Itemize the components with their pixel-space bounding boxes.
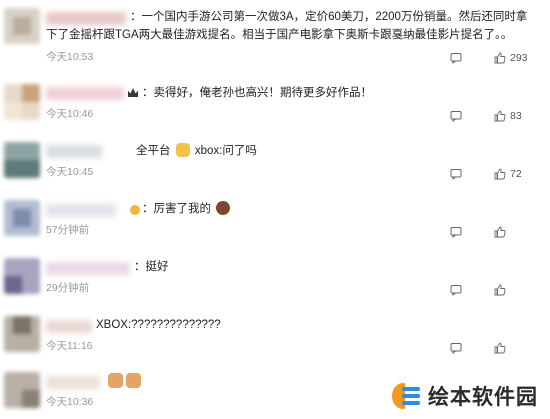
like-button[interactable]: 72 [494,166,522,182]
comment-actions [450,340,540,356]
comment-icon [450,169,462,180]
comment-item: ：挺好 29分钟前 [0,256,550,296]
cat-face-emoji-icon [108,373,123,388]
comment-item: ：厉害了我的 57分钟前 [0,198,550,238]
thumbs-up-icon [494,284,506,296]
comment-actions: 293 [450,50,540,66]
avatar[interactable] [4,316,40,352]
comment-text-part: xbox:问了吗 [194,145,257,157]
comment-time: 29分钟前 [46,282,90,294]
comment-text: XBOX:?????????????? [96,319,221,331]
reply-button[interactable] [450,166,462,182]
like-button[interactable] [494,224,510,240]
thumbs-up-icon [494,226,506,238]
username-blurred[interactable] [46,204,116,217]
comment-text: ：卖得好，俺老孙也高兴！期待更多好作品！ [142,87,372,99]
avatar[interactable] [4,372,40,408]
avatar[interactable] [4,84,40,120]
comment-item: XBOX:?????????????? 今天11:16 [0,314,550,354]
like-button[interactable]: 293 [494,50,528,66]
watermark-logo-icon [392,381,422,411]
comment-actions [450,224,540,240]
comment-icon [450,285,462,296]
like-count: 72 [510,168,522,180]
reply-button[interactable] [450,108,462,124]
comment-time: 今天10:36 [46,396,94,408]
comment-text: ：厉害了我的 [142,200,538,218]
avatar[interactable] [4,8,40,44]
comment-text-part: ：厉害了我的 [142,203,211,215]
username-blurred[interactable] [46,145,102,158]
thumbs-up-icon [494,168,506,180]
comment-text: ：一个国内手游公司第一次做3A，定价60美刀，2200万份销量。然后还同时拿下了… [46,11,528,41]
reply-button[interactable] [450,282,462,298]
comment-text-part: 全平台 [136,145,171,157]
comment-time: 今天10:46 [46,108,94,120]
comment-item: ：卖得好，俺老孙也高兴！期待更多好作品！ 今天10:46 83 [0,82,550,122]
comment-actions [450,282,540,298]
cat-face-emoji-icon [175,143,190,157]
username-blurred[interactable] [46,262,130,275]
comment-item: ：一个国内手游公司第一次做3A，定价60美刀，2200万份销量。然后还同时拿下了… [0,6,550,64]
comment-icon [450,111,462,122]
thumbs-up-icon [494,52,506,64]
thumbs-up-icon [494,110,506,122]
avatar[interactable] [4,200,40,236]
mini-badge-icon [130,205,140,215]
comment-item: 全平台 xbox:问了吗 今天10:45 72 [0,140,550,180]
thumbs-up-icon [494,342,506,354]
comment-time: 57分钟前 [46,224,90,236]
comment-icon [450,53,462,64]
like-button[interactable] [494,282,510,298]
comment-time: 今天11:16 [46,340,93,352]
comment-actions: 83 [450,108,540,124]
comment-text: ：挺好 [134,261,169,273]
reply-button[interactable] [450,50,462,66]
username-blurred[interactable] [46,376,100,389]
avatar[interactable] [4,258,40,294]
like-count: 83 [510,110,522,122]
username-blurred[interactable] [46,320,92,333]
like-button[interactable]: 83 [494,108,522,124]
avatar[interactable] [4,142,40,178]
comment-icon [450,227,462,238]
monkey-emoji-icon [216,201,231,215]
comment-time: 今天10:45 [46,166,94,178]
cat-face-emoji-icon [126,373,141,388]
reply-button[interactable] [450,340,462,356]
username-blurred[interactable] [46,87,124,100]
reply-button[interactable] [450,224,462,240]
comment-actions: 72 [450,166,540,182]
watermark-text: 绘本软件园 [428,385,538,409]
comment-text: 全平台 xbox:问了吗 [136,142,538,160]
watermark: 绘本软件园 [392,381,538,411]
comment-time: 今天10:53 [46,51,94,63]
like-button[interactable] [494,340,510,356]
vip-badge-icon [128,88,138,97]
comment-icon [450,343,462,354]
like-count: 293 [510,52,528,64]
